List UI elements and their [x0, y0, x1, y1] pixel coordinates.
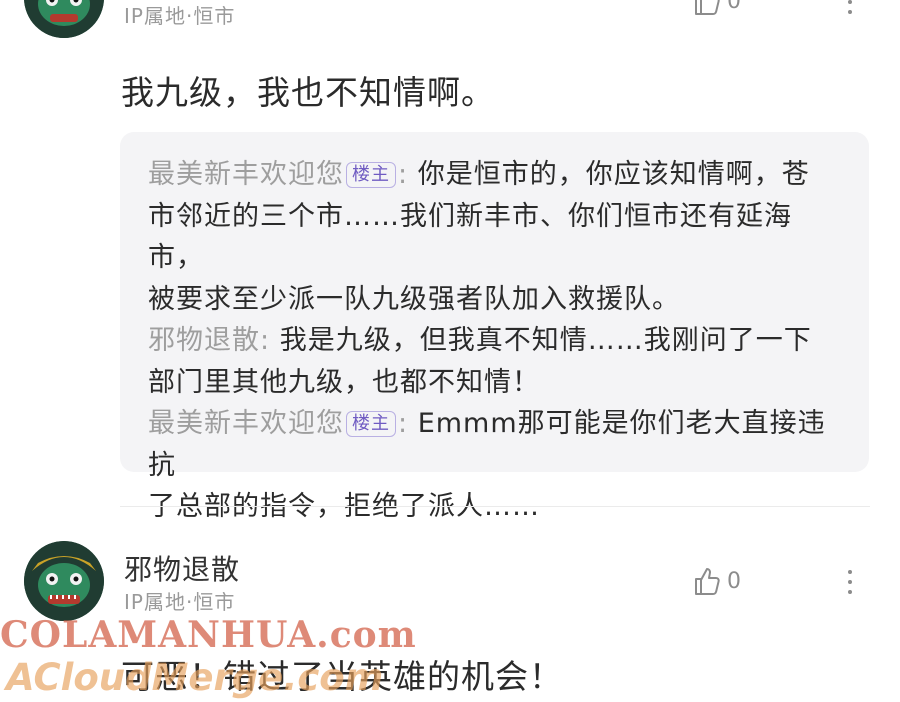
more-options-button[interactable] — [846, 564, 854, 600]
thumbs-up-icon — [695, 0, 720, 15]
reply-item: 最美新丰欢迎您 楼主: 你是恒市的，你应该知情啊，苍 市邻近的三个市……我们新丰市… — [148, 159, 810, 315]
username[interactable]: 邪物退散 — [124, 548, 240, 588]
avatar[interactable] — [24, 541, 104, 621]
reply-author[interactable]: 最美新丰欢迎您 — [148, 159, 344, 190]
reply-author[interactable]: 邪物退散 — [148, 325, 260, 356]
avatar[interactable] — [24, 0, 104, 38]
reply-item: 邪物退散: 我是九级，但我真不知情……我刚问了一下 部门里其他九级，也都不知情！ — [148, 325, 812, 398]
reply-author[interactable]: 最美新丰欢迎您 — [148, 408, 344, 439]
like-button[interactable]: 0 — [693, 0, 741, 16]
reply-text: 市邻近的三个市……我们新丰市、你们恒市还有延海市， — [148, 200, 792, 274]
ip-location: IP属地·恒市 — [124, 4, 236, 28]
divider — [120, 506, 870, 507]
thumbs-up-icon — [695, 568, 720, 595]
avatar-illustration — [24, 541, 104, 621]
reply-text: 被要求至少派一队九级强者队加入救援队。 — [148, 283, 680, 315]
like-button[interactable]: 0 — [693, 566, 741, 596]
avatar-illustration — [24, 0, 104, 38]
comment-text: 可恶！错过了当英雄的机会！ — [121, 657, 563, 696]
more-options-button[interactable] — [846, 0, 854, 20]
reply-item: 最美新丰欢迎您 楼主: Emmm那可能是你们老大直接违抗 了总部的指令，拒绝了派人… — [148, 408, 826, 522]
op-badge: 楼主 — [346, 411, 396, 437]
reply-text: 部门里其他九级，也都不知情！ — [148, 366, 540, 398]
op-badge: 楼主 — [346, 162, 396, 188]
comment-text: 我九级，我也不知情啊。 — [121, 73, 495, 112]
like-count: 0 — [727, 0, 741, 14]
reply-text: 你是恒市的，你应该知情啊，苍 — [408, 159, 810, 190]
like-count: 0 — [727, 568, 741, 594]
reply-text: 我是九级，但我真不知情……我刚问了一下 — [270, 325, 812, 356]
ip-location: IP属地·恒市 — [124, 590, 236, 614]
reply-thread[interactable]: 最美新丰欢迎您 楼主: 你是恒市的，你应该知情啊，苍 市邻近的三个市……我们新丰市… — [120, 132, 869, 522]
